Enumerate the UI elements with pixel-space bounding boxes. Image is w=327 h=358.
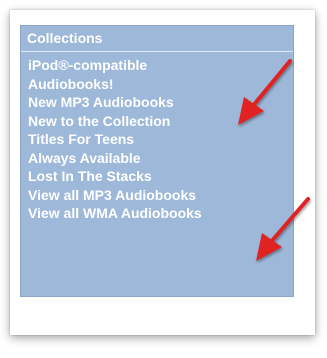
red-arrow-icon bbox=[256, 197, 310, 261]
link-lost-in-the-stacks[interactable]: Lost In The Stacks bbox=[28, 167, 293, 186]
link-ipod-compatible-audiobooks[interactable]: iPod®-compatible Audiobooks! bbox=[28, 56, 218, 93]
collections-heading: Collections bbox=[21, 26, 293, 52]
link-always-available[interactable]: Always Available bbox=[28, 149, 293, 168]
list-item: Always Available bbox=[28, 149, 293, 168]
red-arrow-icon bbox=[238, 59, 292, 125]
list-item: Lost In The Stacks bbox=[28, 167, 293, 186]
